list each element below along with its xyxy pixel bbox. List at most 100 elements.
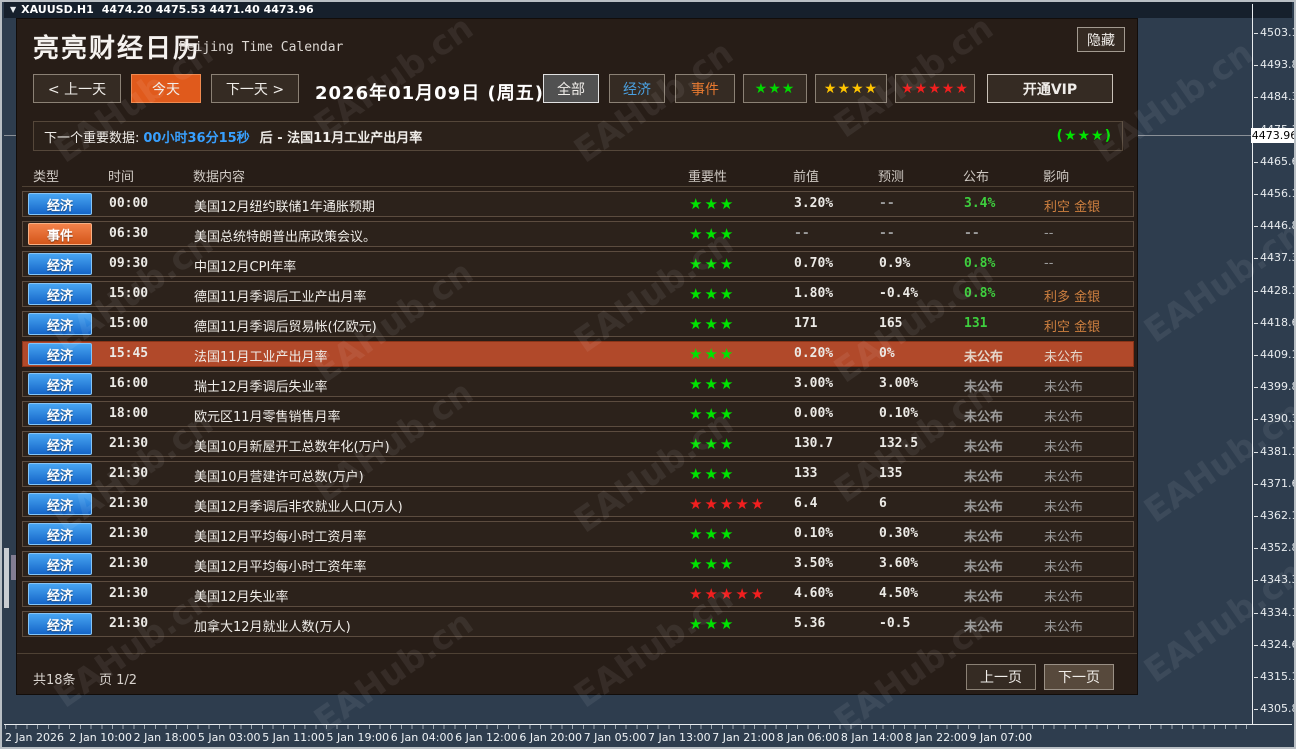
row-importance-stars: ★★★ xyxy=(689,255,735,273)
table-row[interactable]: 经济 18:00 欧元区11月零售销售月率 ★★★ 0.00% 0.10% 未公… xyxy=(22,401,1134,427)
row-impact: -- xyxy=(1044,256,1053,271)
row-published-value: 3.4% xyxy=(964,196,995,211)
header-content: 数据内容 xyxy=(193,166,245,185)
filter-economy-button[interactable]: 经济 xyxy=(609,74,665,103)
row-previous-value: -- xyxy=(794,226,810,241)
chart-dropdown-icon[interactable]: ▼ xyxy=(10,2,16,17)
prev-day-button[interactable]: < 上一天 xyxy=(33,74,121,103)
row-impact: 未公布 xyxy=(1044,526,1083,545)
next-day-button[interactable]: 下一天 > xyxy=(211,74,299,103)
row-previous-value: 3.20% xyxy=(794,196,833,211)
panel-subtitle: Beijing Time Calendar xyxy=(179,40,343,55)
row-forecast-value: 0% xyxy=(879,346,895,361)
row-content: 美国12月纽约联储1年通胀预期 xyxy=(194,196,375,215)
row-type-badge: 事件 xyxy=(28,223,92,245)
row-importance-stars: ★★★ xyxy=(689,195,735,213)
row-importance-stars: ★★★ xyxy=(689,555,735,573)
row-type-badge: 经济 xyxy=(28,583,92,605)
price-axis-label: 4418.60 xyxy=(1260,316,1296,329)
price-axis-label: 4371.60 xyxy=(1260,477,1296,490)
row-importance-stars: ★★★ xyxy=(689,405,735,423)
hide-button[interactable]: 隐藏 xyxy=(1077,27,1125,52)
row-time: 21:30 xyxy=(109,616,148,631)
row-content: 美国12月平均每小时工资月率 xyxy=(194,526,367,545)
prev-page-button[interactable]: 上一页 xyxy=(966,664,1036,690)
table-row[interactable]: 经济 21:30 美国10月新屋开工总数年化(万户) ★★★ 130.7 132… xyxy=(22,431,1134,457)
row-impact: 未公布 xyxy=(1044,466,1083,485)
table-row[interactable]: 经济 15:45 法国11月工业产出月率 ★★★ 0.20% 0% 未公布 未公… xyxy=(22,341,1134,367)
row-forecast-value: -0.4% xyxy=(879,286,918,301)
row-time: 21:30 xyxy=(109,466,148,481)
row-previous-value: 5.36 xyxy=(794,616,825,631)
filter-3stars-button[interactable]: ★★★ xyxy=(743,74,807,103)
row-importance-stars: ★★★ xyxy=(689,225,735,243)
row-type-badge: 经济 xyxy=(28,283,92,305)
row-content: 美国总统特朗普出席政策会议。 xyxy=(194,226,376,245)
row-content: 美国12月季调后非农就业人口(万人) xyxy=(194,496,403,515)
open-vip-button[interactable]: 开通VIP xyxy=(987,74,1113,103)
table-row[interactable]: 经济 15:00 德国11月季调后工业产出月率 ★★★ 1.80% -0.4% … xyxy=(22,281,1134,307)
filter-event-button[interactable]: 事件 xyxy=(675,74,735,103)
row-published-value: 131 xyxy=(964,316,987,331)
row-impact: 利多 金银 xyxy=(1044,286,1100,305)
table-row[interactable]: 经济 21:30 加拿大12月就业人数(万人) ★★★ 5.36 -0.5 未公… xyxy=(22,611,1134,637)
header-previous: 前值 xyxy=(793,166,819,185)
row-previous-value: 3.50% xyxy=(794,556,833,571)
filter-all-button[interactable]: 全部 xyxy=(543,74,599,103)
time-axis-label: 6 Jan 12:00 xyxy=(455,731,518,744)
table-row[interactable]: 经济 16:00 瑞士12月季调后失业率 ★★★ 3.00% 3.00% 未公布… xyxy=(22,371,1134,397)
row-forecast-value: 135 xyxy=(879,466,902,481)
time-axis-label: 8 Jan 14:00 xyxy=(841,731,904,744)
table-row[interactable]: 经济 21:30 美国12月平均每小时工资月率 ★★★ 0.10% 0.30% … xyxy=(22,521,1134,547)
page-indicator: 页 1/2 xyxy=(99,669,137,688)
price-axis-label: 4484.35 xyxy=(1260,90,1296,103)
table-row[interactable]: 事件 06:30 美国总统特朗普出席政策会议。 ★★★ -- -- -- -- xyxy=(22,221,1134,247)
row-content: 美国10月营建许可总数(万户) xyxy=(194,466,364,485)
row-importance-stars: ★★★★★ xyxy=(689,495,766,513)
row-importance-stars: ★★★ xyxy=(689,435,735,453)
row-published-value: 0.8% xyxy=(964,286,995,301)
row-published-value: 未公布 xyxy=(964,436,1003,455)
row-impact: 未公布 xyxy=(1044,496,1083,515)
chart-ohlc: 4474.20 4475.53 4471.40 4473.96 xyxy=(102,3,314,16)
next-page-button[interactable]: 下一页 xyxy=(1044,664,1114,690)
chart-titlebar: ▼XAUUSD.H14474.20 4475.53 4471.40 4473.9… xyxy=(4,2,1292,18)
price-axis-label: 4334.10 xyxy=(1260,606,1296,619)
table-row[interactable]: 经济 21:30 美国12月平均每小时工资年率 ★★★ 3.50% 3.60% … xyxy=(22,551,1134,577)
row-previous-value: 130.7 xyxy=(794,436,833,451)
header-published: 公布 xyxy=(963,166,989,185)
table-row[interactable]: 经济 09:30 中国12月CPI年率 ★★★ 0.70% 0.9% 0.8% … xyxy=(22,251,1134,277)
row-time: 00:00 xyxy=(109,196,148,211)
row-type-badge: 经济 xyxy=(28,373,92,395)
row-impact: 未公布 xyxy=(1044,436,1083,455)
row-time: 21:30 xyxy=(109,436,148,451)
filter-4stars-button[interactable]: ★★★★ xyxy=(815,74,887,103)
current-date: 2026年01月09日 (周五) xyxy=(315,79,544,105)
filter-5stars-button[interactable]: ★★★★★ xyxy=(895,74,975,103)
table-rows: 经济 00:00 美国12月纽约联储1年通胀预期 ★★★ 3.20% -- 3.… xyxy=(22,191,1134,641)
row-forecast-value: 4.50% xyxy=(879,586,918,601)
time-axis-ticks xyxy=(5,725,1253,729)
price-axis-label: 4305.85 xyxy=(1260,702,1296,715)
table-row[interactable]: 经济 00:00 美国12月纽约联储1年通胀预期 ★★★ 3.20% -- 3.… xyxy=(22,191,1134,217)
table-row[interactable]: 经济 21:30 美国12月失业率 ★★★★★ 4.60% 4.50% 未公布 … xyxy=(22,581,1134,607)
table-row[interactable]: 经济 21:30 美国12月季调后非农就业人口(万人) ★★★★★ 6.4 6 … xyxy=(22,491,1134,517)
price-axis-label: 4324.60 xyxy=(1260,638,1296,651)
row-importance-stars: ★★★ xyxy=(689,375,735,393)
price-axis[interactable]: 4503.104493.854484.354475.104465.604456.… xyxy=(1252,2,1296,724)
left-edge-scrollbar[interactable] xyxy=(4,548,9,608)
time-axis-label: 2 Jan 18:00 xyxy=(134,731,197,744)
time-axis[interactable]: 2 Jan 20262 Jan 10:002 Jan 18:005 Jan 03… xyxy=(2,731,1296,747)
table-row[interactable]: 经济 15:00 德国11月季调后贸易帐(亿欧元) ★★★ 171 165 13… xyxy=(22,311,1134,337)
row-importance-stars: ★★★ xyxy=(689,315,735,333)
price-axis-label: 4362.10 xyxy=(1260,509,1296,522)
row-published-value: 未公布 xyxy=(964,616,1003,635)
time-axis-label: 5 Jan 19:00 xyxy=(327,731,390,744)
row-importance-stars: ★★★ xyxy=(689,465,735,483)
today-button[interactable]: 今天 xyxy=(131,74,201,103)
row-forecast-value: -- xyxy=(879,226,895,241)
row-content: 美国12月平均每小时工资年率 xyxy=(194,556,367,575)
table-row[interactable]: 经济 21:30 美国10月营建许可总数(万户) ★★★ 133 135 未公布… xyxy=(22,461,1134,487)
time-axis-label: 6 Jan 20:00 xyxy=(519,731,582,744)
row-time: 09:30 xyxy=(109,256,148,271)
